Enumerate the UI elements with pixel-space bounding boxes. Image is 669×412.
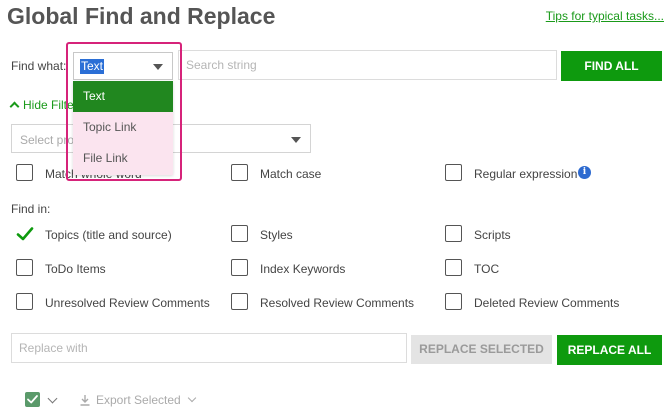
find-all-button[interactable]: FIND ALL	[561, 51, 662, 81]
deleted-review-comments-label: Deleted Review Comments	[474, 296, 620, 310]
resolved-review-comments-label: Resolved Review Comments	[260, 296, 415, 310]
deleted-review-comments-checkbox[interactable]	[445, 293, 462, 310]
styles-label: Styles	[260, 228, 293, 242]
chevron-down-icon[interactable]	[47, 393, 58, 404]
toc-checkbox[interactable]	[445, 259, 462, 276]
replace-input[interactable]	[11, 333, 407, 363]
export-selected-label: Export Selected	[96, 393, 181, 407]
export-selected-button[interactable]: Export Selected	[79, 393, 196, 407]
regular-expression-label: Regular expression	[474, 167, 578, 181]
find-what-label: Find what:	[11, 59, 67, 73]
tips-link[interactable]: Tips for typical tasks...	[546, 9, 664, 23]
chevron-up-icon	[9, 101, 20, 112]
info-icon[interactable]: i	[578, 166, 591, 179]
search-input[interactable]	[178, 50, 557, 80]
check-icon	[16, 227, 34, 241]
todo-items-checkbox[interactable]	[16, 259, 33, 276]
unresolved-review-comments-label: Unresolved Review Comments	[45, 296, 210, 310]
chevron-down-icon	[187, 393, 196, 403]
replace-selected-button[interactable]: REPLACE SELECTED	[411, 335, 552, 364]
dropdown-highlight-frame	[66, 42, 182, 181]
replace-all-button[interactable]: REPLACE ALL	[557, 335, 662, 365]
topics-label: Topics (title and source)	[45, 228, 172, 242]
match-case-checkbox[interactable]	[231, 164, 248, 181]
toc-label: TOC	[474, 262, 500, 276]
todo-items-label: ToDo Items	[45, 262, 106, 276]
index-keywords-label: Index Keywords	[260, 262, 346, 276]
topics-checkbox[interactable]	[16, 225, 34, 242]
regular-expression-checkbox[interactable]	[445, 164, 462, 181]
resolved-review-comments-checkbox[interactable]	[231, 293, 248, 310]
caret-down-icon	[291, 137, 301, 143]
page-title: Global Find and Replace	[7, 3, 276, 29]
download-icon	[80, 394, 90, 406]
select-all-checkbox[interactable]	[25, 392, 40, 407]
scripts-checkbox[interactable]	[445, 225, 462, 242]
styles-checkbox[interactable]	[231, 225, 248, 242]
check-icon	[27, 395, 38, 404]
index-keywords-checkbox[interactable]	[231, 259, 248, 276]
find-in-label: Find in:	[11, 202, 51, 216]
match-case-label: Match case	[260, 167, 322, 181]
unresolved-review-comments-checkbox[interactable]	[16, 293, 33, 310]
scripts-label: Scripts	[474, 228, 511, 242]
match-whole-word-checkbox[interactable]	[16, 164, 33, 181]
